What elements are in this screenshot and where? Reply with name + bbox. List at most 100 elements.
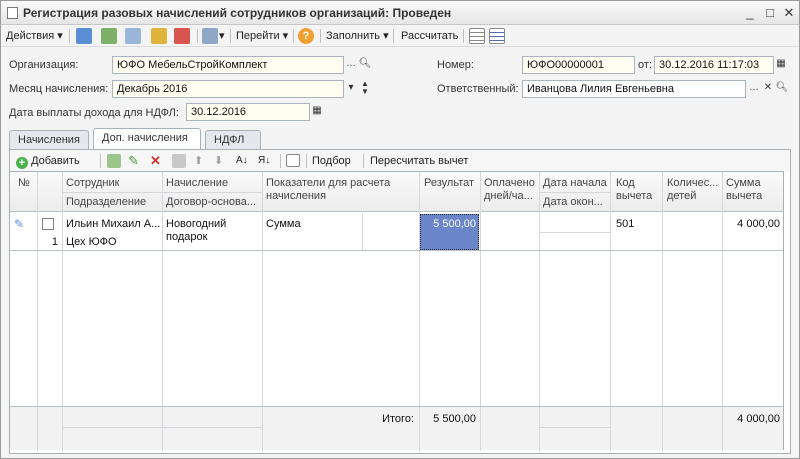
grid-line (162, 407, 163, 451)
edit-icon[interactable]: ✎ (128, 153, 139, 169)
from-label: от: (638, 59, 652, 71)
grid-line (539, 407, 540, 451)
recalc-deduction-button[interactable]: Пересчитать вычет (370, 153, 468, 169)
row-edit-icon: ✎ (14, 218, 25, 231)
col-paid[interactable]: Оплачено дней/ча... (484, 177, 538, 203)
fill-menu[interactable]: Заполнить ▾ (326, 28, 389, 44)
actions-label: Действия (6, 30, 55, 42)
org-field[interactable]: ЮФО МебельСтройКомплект (112, 56, 344, 74)
list-icon[interactable] (469, 28, 485, 44)
col-indicators[interactable]: Показатели для расчета начисления (266, 177, 416, 203)
pay-date-field[interactable]: 30.12.2016 (186, 103, 310, 121)
tab-extra-accruals[interactable]: Доп. начисления (93, 128, 201, 150)
responsible-clear-icon[interactable]: ✕ (761, 80, 775, 98)
footer-divider (62, 427, 262, 428)
separator (197, 29, 198, 43)
unpost-icon[interactable] (174, 28, 190, 44)
actions-menu[interactable]: Действия ▾ (6, 28, 63, 44)
separator (280, 154, 281, 168)
help-icon[interactable]: ? (298, 28, 314, 44)
separator (230, 29, 231, 43)
col-contract[interactable]: Договор-основа... (166, 196, 256, 209)
month-dropdown-icon[interactable]: ▾ (344, 80, 358, 98)
save-icon[interactable] (76, 28, 92, 44)
close-button[interactable]: ✕ (780, 4, 798, 22)
grid-line (419, 407, 420, 451)
separator (393, 29, 394, 43)
goto-label: Перейти (236, 30, 280, 42)
separator (363, 154, 364, 168)
col-employee[interactable]: Сотрудник (66, 177, 119, 190)
calculate-button[interactable]: Рассчитать (401, 28, 458, 44)
row-divider (539, 232, 610, 233)
row-indicator[interactable]: Сумма (266, 218, 301, 231)
totals-label: Итого: (382, 413, 414, 425)
maximize-button[interactable]: □ (761, 4, 779, 22)
responsible-select-button[interactable]: … (747, 80, 761, 98)
grid-line (37, 407, 38, 451)
add-button[interactable]: + Добавить (16, 153, 80, 169)
col-date-end[interactable]: Дата окон... (543, 196, 603, 209)
org-search-icon[interactable]: 🔍︎ (358, 56, 372, 74)
col-children-count[interactable]: Количес... детей (667, 177, 721, 203)
accruals-table: № Сотрудник Подразделение Начисление Дог… (9, 171, 784, 451)
row-department[interactable]: Цех ЮФО (66, 236, 117, 249)
month-stepper-icon[interactable]: ▲ ▼ (358, 80, 372, 98)
goto-menu[interactable]: Перейти ▾ (236, 28, 288, 44)
minimize-button[interactable]: _ (741, 4, 759, 22)
from-date-calendar-icon[interactable]: ▦ (774, 56, 788, 74)
col-deduction-sum[interactable]: Сумма вычета (726, 177, 780, 203)
sort-desc-icon[interactable]: Я↓ (258, 153, 270, 169)
separator (293, 29, 294, 43)
responsible-label: Ответственный: (437, 83, 519, 95)
col-no[interactable]: № (18, 177, 30, 190)
tab-ndfl[interactable]: НДФЛ (205, 130, 261, 150)
copy-icon[interactable] (125, 28, 141, 44)
table-header: № Сотрудник Подразделение Начисление Дог… (10, 172, 783, 212)
move-down-icon[interactable]: ⬇ (214, 153, 223, 169)
col-deduction-code[interactable]: Код вычета (616, 177, 662, 203)
post-icon[interactable] (151, 28, 167, 44)
document-window: Регистрация разовых начислений сотрудник… (0, 0, 800, 459)
col-department[interactable]: Подразделение (66, 196, 146, 209)
row-no: 1 (51, 236, 58, 248)
columns-icon[interactable] (286, 154, 300, 167)
responsible-search-icon[interactable]: 🔍︎ (775, 80, 789, 98)
grid-line (722, 407, 723, 451)
structure-dropdown[interactable]: ▾ (219, 28, 225, 44)
copy-row-icon[interactable] (107, 154, 121, 168)
row-employee[interactable]: Ильин Михаил А... (66, 218, 160, 231)
month-field[interactable]: Декабрь 2016 (112, 80, 344, 98)
sort-asc-icon[interactable]: A↓ (236, 153, 248, 169)
header-divider (539, 192, 610, 193)
fill-label: Заполнить (326, 30, 381, 42)
row-accrual[interactable]: Новогодний подарок (166, 218, 260, 244)
move-up-icon[interactable]: ⬆ (194, 153, 203, 169)
org-select-button[interactable]: … (344, 56, 358, 74)
grid-line (610, 407, 611, 451)
number-field[interactable]: ЮФО00000001 (522, 56, 635, 74)
delete-icon[interactable]: ✕ (150, 153, 161, 169)
refresh-icon[interactable] (101, 28, 117, 44)
structure-icon[interactable] (202, 28, 218, 44)
col-accrual[interactable]: Начисление (166, 177, 228, 190)
pay-date-calendar-icon[interactable]: ▦ (310, 103, 324, 121)
separator (463, 29, 464, 43)
end-edit-icon[interactable] (172, 154, 186, 168)
col-result[interactable]: Результат (424, 177, 474, 190)
row-deduction-code[interactable]: 501 (616, 218, 634, 231)
row-bottom-line (10, 250, 783, 251)
table-settings-icon[interactable] (489, 28, 505, 44)
row-checkbox[interactable] (42, 218, 54, 230)
selection-button[interactable]: Подбор (312, 153, 351, 169)
add-icon: + (16, 157, 28, 169)
from-date-field[interactable]: 30.12.2016 11:17:03 (654, 56, 774, 74)
row-deduction-sum[interactable]: 4 000,00 (724, 218, 780, 231)
responsible-field[interactable]: Иванцова Лилия Евгеньевна (522, 80, 746, 98)
col-date-start[interactable]: Дата начала (543, 177, 607, 190)
separator (69, 29, 70, 43)
separator (100, 154, 101, 168)
tab-accruals[interactable]: Начисления (9, 130, 89, 150)
grid-line (362, 214, 363, 250)
table-footer: Итого: 5 500,00 4 000,00 (10, 406, 783, 451)
